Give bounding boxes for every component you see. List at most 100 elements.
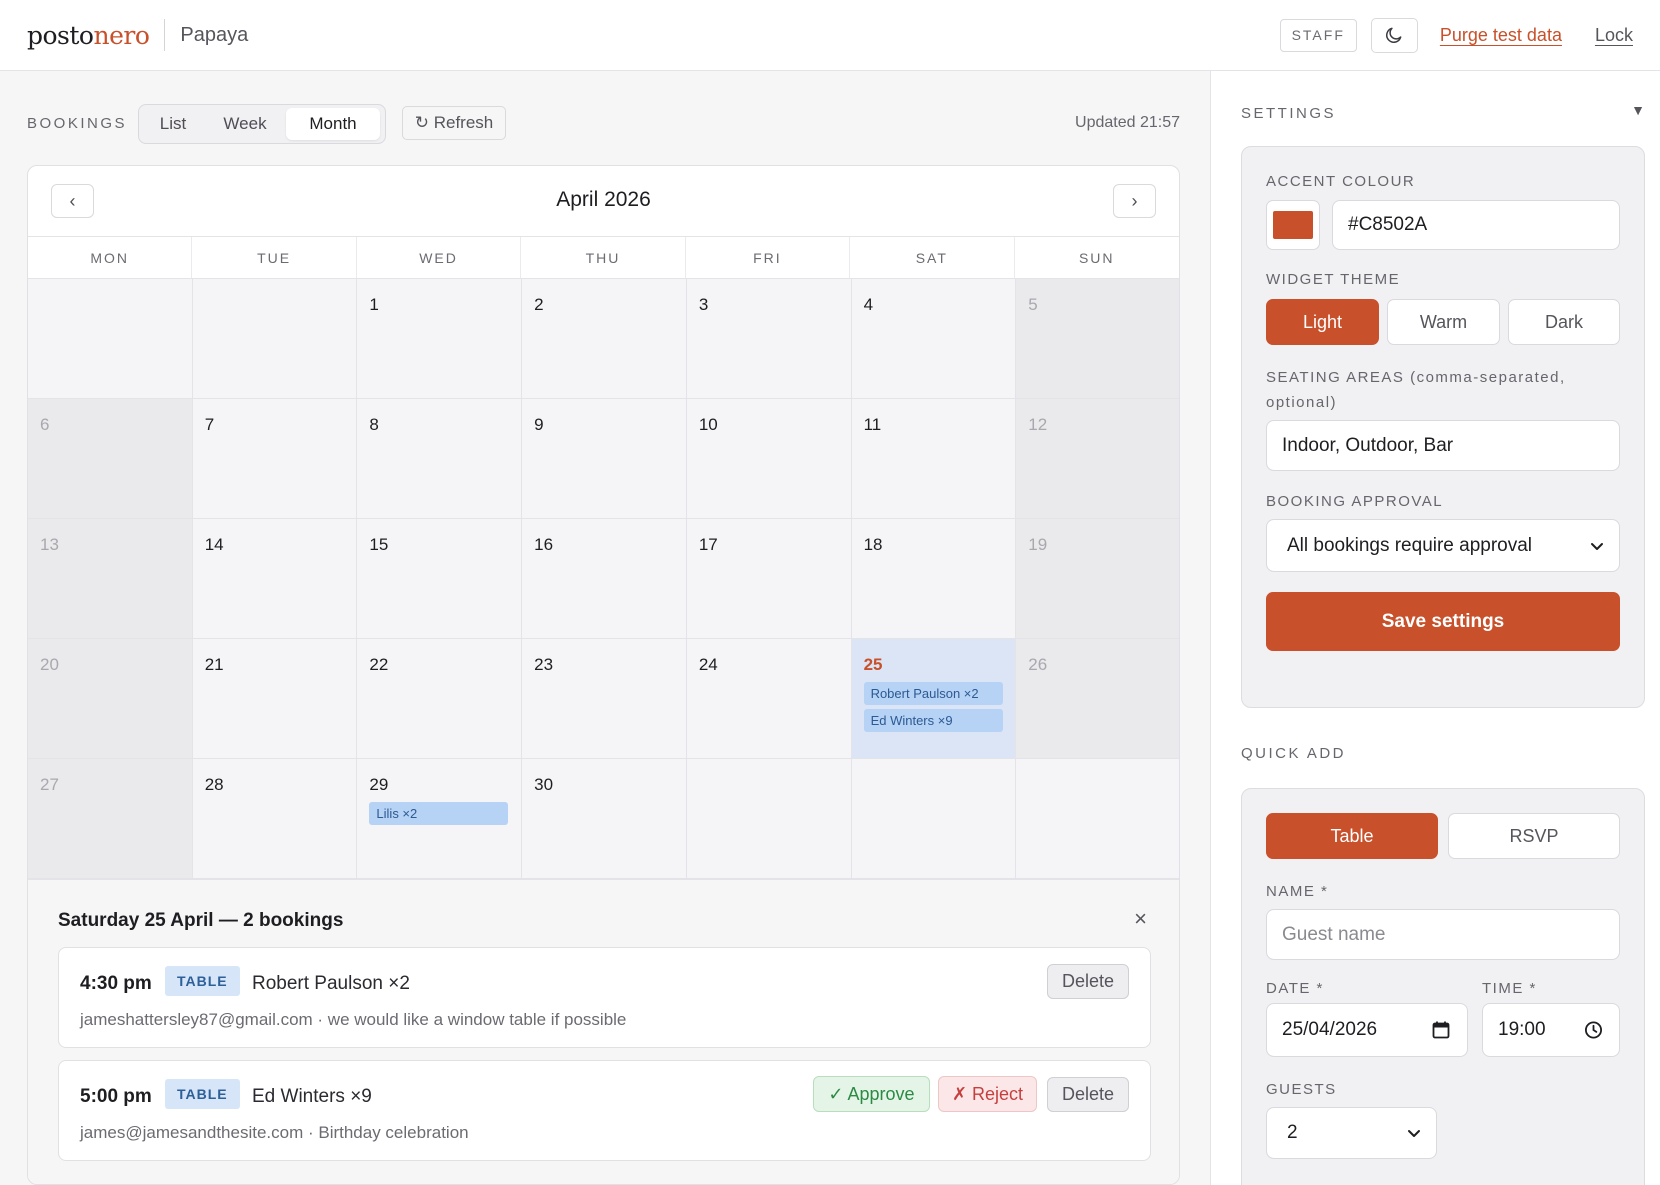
view-month-button[interactable]: Month (286, 108, 380, 140)
theme-toggle-button[interactable] (1370, 17, 1418, 53)
day-number: 23 (534, 655, 554, 674)
calendar-icon[interactable] (1431, 1020, 1451, 1040)
booking-type-badge: TABLE (165, 966, 240, 996)
refresh-button[interactable]: ↻ Refresh (402, 106, 506, 140)
settings-header[interactable]: SETTINGS ▼ (1241, 102, 1645, 122)
calendar-day-4[interactable]: 4 (851, 279, 1017, 399)
calendar-day-3[interactable]: 3 (686, 279, 852, 399)
calendar-day-30[interactable]: 30 (522, 759, 687, 879)
theme-dark-button[interactable]: Dark (1508, 299, 1620, 345)
calendar-day-28[interactable]: 28 (192, 759, 358, 879)
calendar-day-9[interactable]: 9 (522, 399, 687, 519)
weekday-header: MON TUE WED THU FRI SAT SUN (28, 236, 1179, 279)
event-chip[interactable]: Lilis ×2 (369, 802, 509, 825)
accent-colour-input[interactable]: #C8502A (1332, 200, 1620, 250)
save-settings-button[interactable]: Save settings (1266, 592, 1620, 651)
calendar-day-21[interactable]: 21 (192, 639, 358, 759)
booking-details: jameshattersley87@gmail.com · we would l… (80, 1010, 627, 1029)
calendar-day-26[interactable]: 26 (1016, 639, 1179, 759)
calendar-day-12[interactable]: 12 (1016, 399, 1179, 519)
calendar-empty-cell (192, 279, 358, 399)
calendar-day-8[interactable]: 8 (357, 399, 523, 519)
weekday-thu: THU (521, 237, 686, 278)
calendar-day-29[interactable]: 29 Lilis ×2 (357, 759, 523, 879)
theme-warm-button[interactable]: Warm (1387, 299, 1500, 345)
day-number: 28 (204, 775, 224, 794)
calendar-empty-cell (686, 759, 852, 879)
calendar-day-5[interactable]: 5 (1016, 279, 1179, 399)
calendar-day-16[interactable]: 16 (522, 519, 687, 639)
day-number: 13 (40, 535, 59, 554)
chevron-down-icon (1591, 542, 1603, 550)
view-toggle: List Week Month (138, 104, 386, 144)
collapse-caret-icon[interactable]: ▼ (1631, 102, 1645, 118)
calendar-day-11[interactable]: 11 (851, 399, 1017, 519)
calendar-empty-cell (851, 759, 1017, 879)
logo-part2: nero (93, 20, 150, 50)
calendar-day-23[interactable]: 23 (522, 639, 687, 759)
day-number: 12 (1028, 415, 1048, 434)
quick-add-panel: Table RSVP NAME * Guest name DATE * 25/0… (1241, 788, 1645, 1185)
time-input[interactable]: 19:00 (1482, 1003, 1620, 1057)
calendar-day-25[interactable]: 25 Robert Paulson ×2 Ed Winters ×9 (851, 639, 1017, 759)
day-number: 4 (863, 295, 874, 314)
calendar-day-24[interactable]: 24 (686, 639, 852, 759)
close-detail-button[interactable]: × (1134, 906, 1147, 932)
accent-colour-picker[interactable] (1266, 200, 1320, 250)
date-label: DATE * (1266, 980, 1324, 997)
guests-select[interactable]: 2 (1266, 1107, 1437, 1159)
approve-booking-button[interactable]: ✓ Approve (813, 1076, 930, 1112)
calendar-day-1[interactable]: 1 (357, 279, 523, 399)
mode-rsvp-button[interactable]: RSVP (1448, 813, 1620, 859)
updated-timestamp: Updated 21:57 (1075, 114, 1180, 131)
event-chip[interactable]: Robert Paulson ×2 (863, 682, 1003, 705)
calendar-day-14[interactable]: 14 (192, 519, 358, 639)
day-number: 15 (369, 535, 389, 554)
mode-table-button[interactable]: Table (1266, 813, 1438, 859)
calendar-day-17[interactable]: 17 (686, 519, 852, 639)
clock-icon[interactable] (1584, 1021, 1603, 1040)
calendar-day-7[interactable]: 7 (192, 399, 358, 519)
purge-test-data-link[interactable]: Purge test data (1440, 25, 1562, 46)
calendar-day-20[interactable]: 20 (28, 639, 193, 759)
view-week-button[interactable]: Week (204, 108, 286, 140)
accent-colour-label: ACCENT COLOUR (1266, 173, 1416, 190)
calendar-day-10[interactable]: 10 (686, 399, 852, 519)
calendar-day-18[interactable]: 18 (851, 519, 1017, 639)
calendar-day-2[interactable]: 2 (522, 279, 687, 399)
calendar-day-13[interactable]: 13 (28, 519, 193, 639)
booking-approval-select[interactable]: All bookings require approval (1266, 519, 1620, 572)
reject-booking-button[interactable]: ✗ Reject (938, 1076, 1037, 1112)
calendar-day-6[interactable]: 6 (28, 399, 193, 519)
delete-booking-button[interactable]: Delete (1047, 964, 1129, 999)
day-detail-panel: Saturday 25 April — 2 bookings × 4:30 pm… (28, 879, 1179, 1184)
seating-areas-input[interactable]: Indoor, Outdoor, Bar (1266, 420, 1620, 471)
guest-name-input[interactable]: Guest name (1266, 909, 1620, 960)
day-number: 6 (40, 415, 50, 434)
day-number: 29 (369, 775, 389, 794)
brand-divider (164, 19, 166, 51)
quick-add-section-label: QUICK ADD (1241, 745, 1347, 762)
top-actions: STAFF Purge test data Lock (1279, 17, 1633, 53)
calendar-day-27[interactable]: 27 (28, 759, 193, 879)
name-label: NAME * (1266, 883, 1329, 900)
theme-light-button[interactable]: Light (1266, 299, 1379, 345)
calendar-empty-cell (1016, 759, 1179, 879)
top-bar: postonero Papaya STAFF Purge test data L… (0, 0, 1660, 71)
day-number: 25 (863, 655, 883, 674)
lock-link[interactable]: Lock (1595, 25, 1633, 46)
view-list-button[interactable]: List (142, 108, 204, 140)
delete-booking-button[interactable]: Delete (1047, 1077, 1129, 1112)
moon-icon (1386, 27, 1402, 43)
event-chip[interactable]: Ed Winters ×9 (863, 709, 1003, 732)
date-input[interactable]: 25/04/2026 (1266, 1003, 1468, 1057)
calendar-day-19[interactable]: 19 (1016, 519, 1179, 639)
day-number: 8 (369, 415, 379, 434)
weekday-tue: TUE (192, 237, 357, 278)
next-month-button[interactable]: › (1113, 184, 1156, 218)
calendar-day-22[interactable]: 22 (357, 639, 523, 759)
calendar-empty-cell (28, 279, 193, 399)
calendar-day-15[interactable]: 15 (357, 519, 523, 639)
day-number: 3 (698, 295, 709, 314)
weekday-sat: SAT (850, 237, 1015, 278)
